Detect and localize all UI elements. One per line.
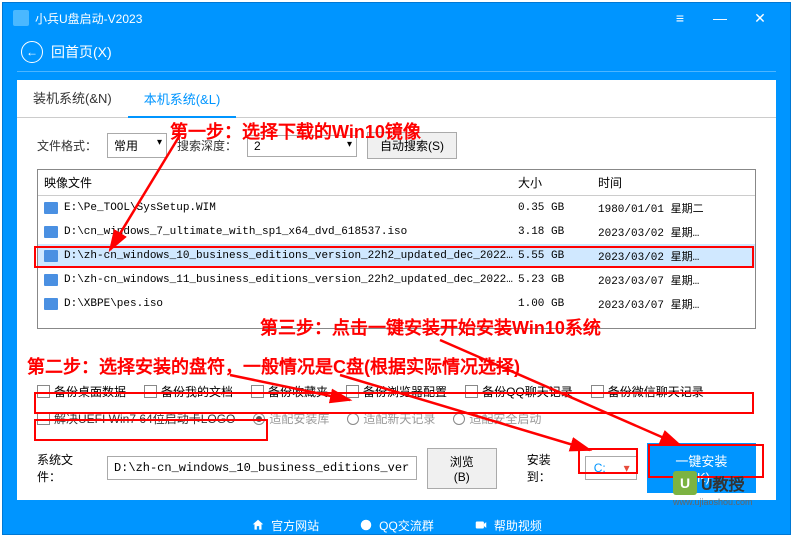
window-title: 小兵U盘启动-V2023 <box>35 10 142 27</box>
file-size: 1.00 GB <box>518 298 598 310</box>
file-time: 2023/03/07 星期… <box>598 296 755 312</box>
back-button[interactable]: ← 回首页(X) <box>3 33 790 71</box>
footer-website[interactable]: 官方网站 <box>251 517 319 534</box>
file-icon <box>44 298 58 310</box>
install-to-label: 安装到： <box>527 451 575 485</box>
close-icon[interactable]: ✕ <box>740 3 780 33</box>
check-desktop[interactable]: 备份桌面数据 <box>37 383 126 400</box>
table-row[interactable]: D:\XBPE\pes.iso 1.00 GB 2023/03/07 星期… <box>38 292 755 316</box>
app-icon <box>13 10 29 26</box>
file-time: 2023/03/07 星期… <box>598 272 755 288</box>
tab-install-system[interactable]: 装机系统(&N) <box>17 80 128 117</box>
annotation-step2: 第二步：选择安装的盘符，一般情况是C盘(根据实际情况选择) <box>27 353 520 379</box>
col-size: 大小 <box>518 174 598 191</box>
divider <box>17 71 776 72</box>
table-row[interactable]: D:\zh-cn_windows_10_business_editions_ve… <box>38 244 755 268</box>
backup-checks: 备份桌面数据 备份我的文档 备份收藏夹 备份浏览器配置 备份QQ聊天记录 备份微… <box>17 377 776 406</box>
file-name: D:\XBPE\pes.iso <box>64 298 518 310</box>
footer-qq[interactable]: QQ交流群 <box>359 517 434 534</box>
check-browser[interactable]: 备份浏览器配置 <box>346 383 447 400</box>
file-name: D:\cn_windows_7_ultimate_with_sp1_x64_dv… <box>64 226 518 238</box>
back-label: 回首页(X) <box>51 42 112 62</box>
file-size: 5.55 GB <box>518 250 598 262</box>
annotation-step3: 第三步：点击一键安装开始安装Win10系统 <box>260 314 601 340</box>
file-icon <box>44 274 58 286</box>
minimize-icon[interactable]: — <box>700 3 740 33</box>
sysfile-label: 系统文件： <box>37 451 97 485</box>
qq-icon <box>359 518 373 532</box>
install-row: 系统文件： 浏览(B) 安装到： C: 一键安装(K) <box>17 431 776 505</box>
browse-button[interactable]: 浏览(B) <box>427 448 497 489</box>
footer-help[interactable]: 帮助视频 <box>474 517 542 534</box>
watermark-logo: U U教授 www.ujiaoshou.com <box>673 471 783 507</box>
radio-option2[interactable]: 适配安装库 <box>253 410 329 427</box>
check-wechat[interactable]: 备份微信聊天记录 <box>591 383 704 400</box>
image-table: 映像文件 大小 时间 E:\Pe_TOOL\SysSetup.WIM 0.35 … <box>37 169 756 329</box>
drive-select[interactable]: C: <box>585 456 637 480</box>
radio-option4[interactable]: 适配安全启动 <box>453 410 541 427</box>
file-icon <box>44 226 58 238</box>
check-qq[interactable]: 备份QQ聊天记录 <box>465 383 573 400</box>
format-select[interactable]: 常用 <box>107 133 167 158</box>
tabs: 装机系统(&N) 本机系统(&L) <box>17 80 776 118</box>
file-icon <box>44 202 58 214</box>
check-documents[interactable]: 备份我的文档 <box>144 383 233 400</box>
file-time: 1980/01/01 星期二 <box>598 200 755 216</box>
table-row[interactable]: D:\zh-cn_windows_11_business_editions_ve… <box>38 268 755 292</box>
back-arrow-icon: ← <box>21 41 43 63</box>
app-window: 小兵U盘启动-V2023 ≡ — ✕ ← 回首页(X) 装机系统(&N) 本机系… <box>2 2 791 535</box>
check-uefi[interactable]: 解决UEFI Win7 64位启动卡LOGO <box>37 410 235 427</box>
col-file: 映像文件 <box>38 174 518 191</box>
radio-options: 解决UEFI Win7 64位启动卡LOGO 适配安装库 适配新天记录 适配安全… <box>17 406 776 431</box>
col-time: 时间 <box>598 174 755 191</box>
table-row[interactable]: E:\Pe_TOOL\SysSetup.WIM 0.35 GB 1980/01/… <box>38 196 755 220</box>
file-time: 2023/03/02 星期… <box>598 248 755 264</box>
annotation-step1: 第一步：选择下载的Win10镜像 <box>170 118 421 144</box>
video-icon <box>474 518 488 532</box>
file-name: E:\Pe_TOOL\SysSetup.WIM <box>64 202 518 214</box>
check-favorites[interactable]: 备份收藏夹 <box>251 383 328 400</box>
file-icon <box>44 250 58 262</box>
footer: 官方网站 QQ交流群 帮助视频 <box>3 510 790 540</box>
table-row[interactable]: D:\cn_windows_7_ultimate_with_sp1_x64_dv… <box>38 220 755 244</box>
file-size: 3.18 GB <box>518 226 598 238</box>
menu-icon[interactable]: ≡ <box>660 3 700 33</box>
file-name: D:\zh-cn_windows_11_business_editions_ve… <box>64 274 518 286</box>
file-size: 0.35 GB <box>518 202 598 214</box>
tab-local-system[interactable]: 本机系统(&L) <box>128 81 237 118</box>
format-label: 文件格式： <box>37 137 97 154</box>
table-header: 映像文件 大小 时间 <box>38 170 755 196</box>
file-name: D:\zh-cn_windows_10_business_editions_ve… <box>64 250 518 262</box>
titlebar: 小兵U盘启动-V2023 ≡ — ✕ <box>3 3 790 33</box>
sysfile-input[interactable] <box>107 456 417 480</box>
home-icon <box>251 518 265 532</box>
file-time: 2023/03/02 星期… <box>598 224 755 240</box>
radio-option3[interactable]: 适配新天记录 <box>347 410 435 427</box>
file-size: 5.23 GB <box>518 274 598 286</box>
